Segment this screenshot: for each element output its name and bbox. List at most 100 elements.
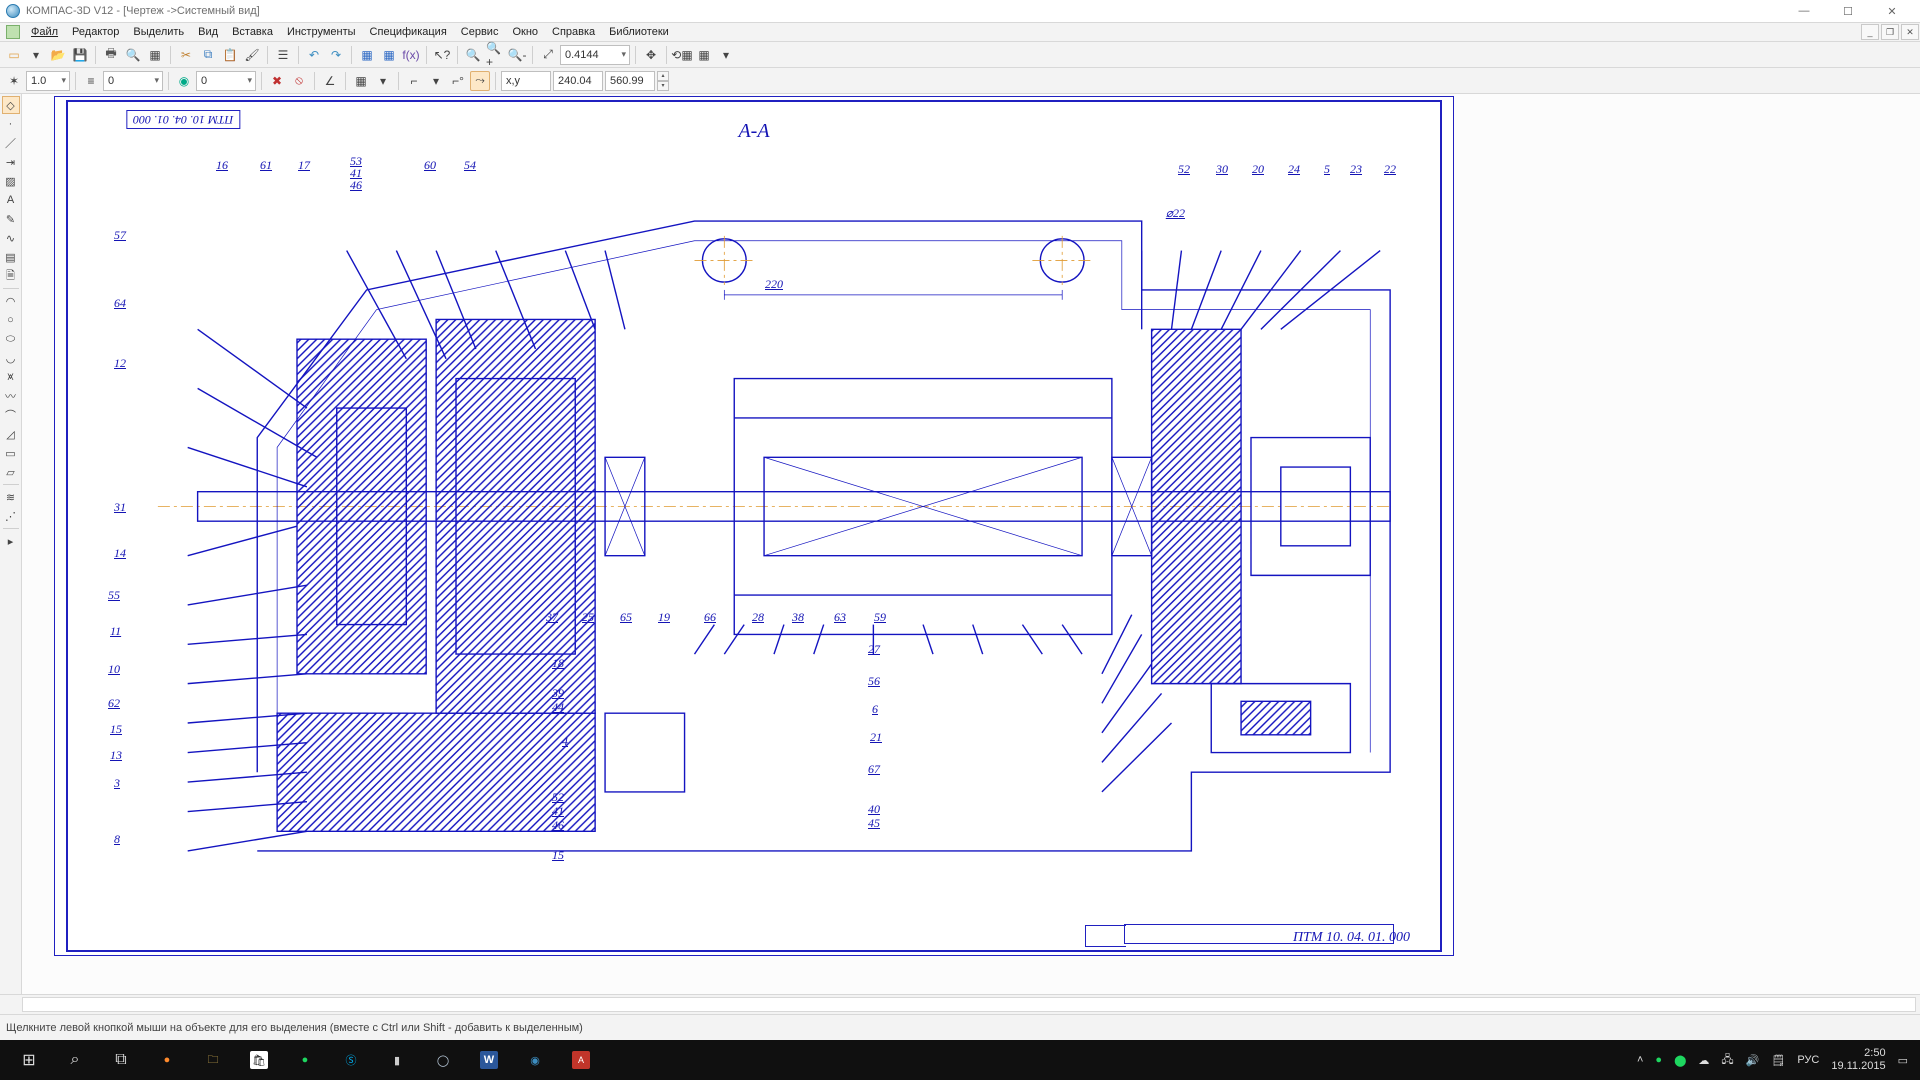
tray-app2-icon[interactable]: ⬤ (1674, 1054, 1686, 1067)
paste-button[interactable]: 📋 (220, 45, 240, 65)
style-icon[interactable]: ≡ (81, 71, 101, 91)
cancel-button[interactable]: ⦸ (289, 71, 309, 91)
point-tool[interactable]: · (2, 115, 20, 133)
equiv-tool[interactable]: ≋ (2, 488, 20, 506)
tray-chevron-icon[interactable]: ˄ (1637, 1054, 1643, 1066)
aux-tool[interactable]: ⋰ (2, 507, 20, 525)
doc-tool[interactable]: 🗎 (2, 267, 20, 285)
doc-manager-button[interactable]: ▦ (145, 45, 165, 65)
snap-toggle[interactable]: ✶ (4, 71, 24, 91)
window-maximize-button[interactable]: ☐ (1826, 0, 1870, 22)
new-dropdown[interactable]: ▾ (26, 45, 46, 65)
format-painter-button[interactable]: 🖌 (242, 45, 262, 65)
menu-libraries[interactable]: Библиотеки (602, 24, 676, 40)
window-close-button[interactable]: ✕ (1870, 0, 1914, 22)
search-button[interactable]: ⌕ (52, 1040, 98, 1080)
collapse-tool[interactable]: ▸ (2, 532, 20, 550)
print-preview-button[interactable]: 🔍 (123, 45, 143, 65)
zoom-combo[interactable]: 0.4144 (560, 45, 630, 65)
local-cs-button[interactable]: ⤳ (470, 71, 490, 91)
start-button[interactable]: ⊞ (6, 1040, 52, 1080)
contour-tool[interactable]: ▱ (2, 463, 20, 481)
text-tool[interactable]: A (2, 191, 20, 209)
stop-button[interactable]: ✖ (267, 71, 287, 91)
print-button[interactable]: 🖶 (101, 45, 121, 65)
rect-tool[interactable]: ▭ (2, 444, 20, 462)
taskbar-skype[interactable]: Ⓢ (328, 1040, 374, 1080)
edit-tool[interactable]: ✎ (2, 210, 20, 228)
pan-button[interactable]: ✥ (641, 45, 661, 65)
arc-tool[interactable]: ◠ (2, 292, 20, 310)
tray-clock[interactable]: 2:50 19.11.2015 (1831, 1047, 1885, 1072)
circle-tool[interactable]: ○ (2, 311, 20, 329)
arc2-tool[interactable]: ◡ (2, 349, 20, 367)
round-button[interactable]: ⌐° (448, 71, 468, 91)
grid-button[interactable]: ▦ (351, 71, 371, 91)
menu-tools[interactable]: Инструменты (280, 24, 363, 40)
whatsthis-button[interactable]: ↖? (432, 45, 452, 65)
redo-button[interactable]: ↷ (326, 45, 346, 65)
taskbar-kompas[interactable]: ◉ (512, 1040, 558, 1080)
cut-button[interactable]: ✂ (176, 45, 196, 65)
menu-window[interactable]: Окно (505, 24, 545, 40)
tray-app1-icon[interactable]: ● (1655, 1054, 1662, 1066)
geometry-tool[interactable]: ◇ (2, 96, 20, 114)
coord-y-field[interactable]: 560.99 (605, 71, 655, 91)
menu-select[interactable]: Выделить (126, 24, 191, 40)
task-view-button[interactable]: ⧉ (98, 1040, 144, 1080)
style-combo[interactable]: 0 (103, 71, 163, 91)
mdi-restore-button[interactable]: ❐ (1881, 24, 1899, 40)
taskbar-steam[interactable]: ◯ (420, 1040, 466, 1080)
table-tool[interactable]: ▤ (2, 248, 20, 266)
grid-dropdown[interactable]: ▾ (373, 71, 393, 91)
new-button[interactable]: ▭ (4, 45, 24, 65)
layer-icon[interactable]: ◉ (174, 71, 194, 91)
bezier-tool[interactable]: 〰 (2, 387, 20, 405)
save-button[interactable]: 💾 (70, 45, 90, 65)
tray-notes-icon[interactable]: 🗒 (1771, 1054, 1785, 1067)
taskbar-pdf[interactable]: A (558, 1040, 604, 1080)
refresh-dropdown[interactable]: ▾ (716, 45, 736, 65)
dims-tool[interactable]: ⇥ (2, 153, 20, 171)
rebuild-button[interactable]: ⟲▦ (672, 45, 692, 65)
line-tool[interactable]: ／ (2, 134, 20, 152)
menu-view[interactable]: Вид (191, 24, 225, 40)
menu-help[interactable]: Справка (545, 24, 602, 40)
spline-tool[interactable]: ∿ (2, 229, 20, 247)
system-tray[interactable]: ˄ ● ⬤ ☁ 🖧 🔊 🗒 РУС 2:50 19.11.2015 ▭ (1637, 1047, 1914, 1072)
ellipse-tool[interactable]: ⬭ (2, 330, 20, 348)
ortho-button[interactable]: ⌐ (404, 71, 424, 91)
taskbar-explorer[interactable]: 🗀 (190, 1040, 236, 1080)
menu-file[interactable]: Файл (24, 24, 65, 40)
action-center-icon[interactable]: ▭ (1898, 1054, 1908, 1067)
angle-snap-button[interactable]: ∠ (320, 71, 340, 91)
tray-volume-icon[interactable]: 🔊 (1746, 1054, 1760, 1067)
zoom-out-button[interactable]: 🔍- (507, 45, 527, 65)
window-minimize-button[interactable]: — (1782, 0, 1826, 22)
variables-button[interactable]: ▦ (357, 45, 377, 65)
taskbar-spotify[interactable]: ● (282, 1040, 328, 1080)
layer-combo[interactable]: 0 (196, 71, 256, 91)
taskbar-terminal[interactable]: ▮ (374, 1040, 420, 1080)
coord-spinner[interactable]: ▴▾ (657, 71, 669, 91)
mdi-minimize-button[interactable]: _ (1861, 24, 1879, 40)
tray-lang[interactable]: РУС (1797, 1054, 1819, 1066)
mdi-close-button[interactable]: ✕ (1901, 24, 1919, 40)
fx-button[interactable]: f(x) (401, 45, 421, 65)
undo-button[interactable]: ↶ (304, 45, 324, 65)
menu-spec[interactable]: Спецификация (363, 24, 454, 40)
chamfer-tool[interactable]: ◿ (2, 425, 20, 443)
ortho-dropdown[interactable]: ▾ (426, 71, 446, 91)
tray-net-icon[interactable]: 🖧 (1721, 1051, 1733, 1070)
menu-service[interactable]: Сервис (454, 24, 506, 40)
properties-button[interactable]: ☰ (273, 45, 293, 65)
drawing-canvas[interactable]: А-А ПТМ 10. 04. 01. 000 ПТМ 10. 04. 01. … (22, 94, 1920, 994)
hatch-tool[interactable]: ▨ (2, 172, 20, 190)
taskbar-firefox[interactable]: ● (144, 1040, 190, 1080)
taskbar-word[interactable]: W (466, 1040, 512, 1080)
tray-cloud-icon[interactable]: ☁ (1698, 1054, 1709, 1067)
taskbar-store[interactable]: 🛍 (236, 1040, 282, 1080)
coord-x-field[interactable]: 240.04 (553, 71, 603, 91)
menu-insert[interactable]: Вставка (225, 24, 280, 40)
zoom-window-button[interactable]: 🔍 (463, 45, 483, 65)
